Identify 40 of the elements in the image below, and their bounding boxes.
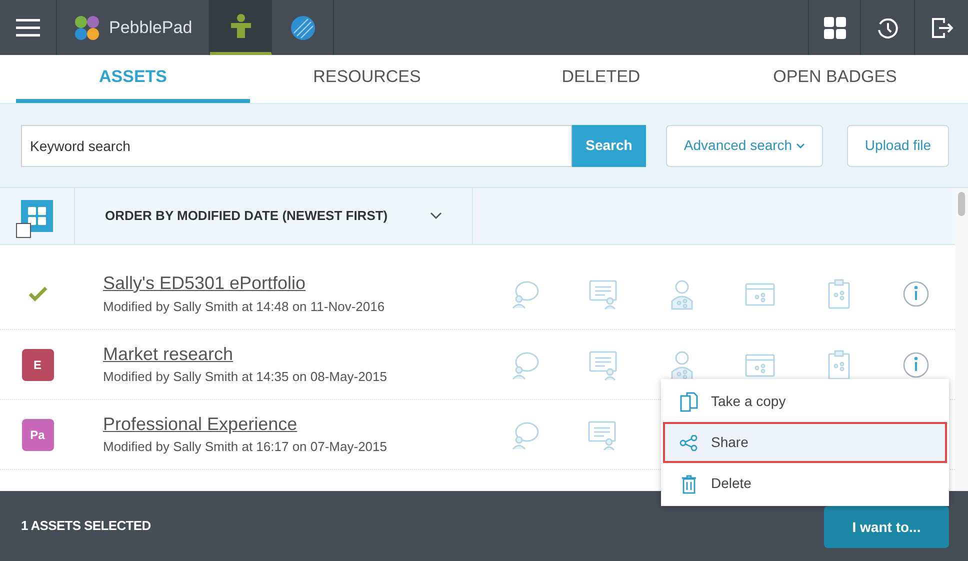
i-want-to-button[interactable]: I want to... (824, 506, 949, 548)
search-field[interactable]: Keyword search (21, 124, 572, 166)
selection-count: 1 ASSETS SELECTED (21, 517, 151, 536)
feedback-icon[interactable] (586, 348, 619, 380)
view-toggle[interactable] (21, 200, 53, 232)
asset-modified-info: Modified by Sally Smith at 14:35 on 08-May-2015 (103, 368, 388, 386)
brand-name: PebblePad (109, 16, 192, 39)
logout-icon (930, 16, 952, 38)
tab[interactable]: RESOURCES (250, 55, 484, 103)
copy-icon (680, 392, 698, 412)
caret-icon (796, 142, 806, 148)
feedback-icon[interactable] (586, 418, 618, 450)
asset-title[interactable]: Professional Experience (103, 412, 485, 435)
select-all-checkbox[interactable] (16, 223, 31, 238)
scrollbar-thumb[interactable] (958, 192, 965, 216)
asset-row[interactable]: Sally's ED5301 ePortfolio Modified by Sally Smith at 14:48 on 11-Nov-2016 (0, 245, 955, 330)
info-icon[interactable] (902, 280, 930, 308)
info-icon[interactable] (902, 350, 930, 378)
tab[interactable]: OPEN BADGES (718, 55, 952, 103)
share-icon (679, 434, 699, 450)
logo-icon (73, 14, 101, 42)
asset-modified-info: Modified by Sally Smith at 14:48 on 11-Nov-2016 (103, 298, 386, 316)
menu-item[interactable]: Share (663, 422, 947, 463)
asset-title[interactable]: Sally's ED5301 ePortfolio (103, 272, 485, 294)
asset-modified-info: Modified by Sally Smith at 16:17 on 07-May-2015 (103, 438, 388, 456)
globe-icon (290, 14, 316, 40)
order-dropdown[interactable]: ORDER BY MODIFIED DATE (NEWEST FIRST) (75, 188, 473, 244)
tab[interactable]: DELETED (484, 55, 718, 103)
grid-icon (28, 207, 46, 225)
person-icon (230, 14, 250, 38)
menu-icon (16, 18, 40, 36)
app-tab[interactable] (210, 0, 272, 55)
grid-icon (824, 16, 846, 38)
asset-title[interactable]: Market research (103, 342, 485, 365)
clock-icon (876, 16, 900, 40)
asset-type-badge[interactable]: E (22, 348, 54, 380)
feedback-icon[interactable] (586, 278, 619, 310)
trash-icon (681, 474, 697, 494)
checkmark-icon[interactable] (28, 286, 48, 302)
chevron-down-icon (430, 212, 442, 220)
